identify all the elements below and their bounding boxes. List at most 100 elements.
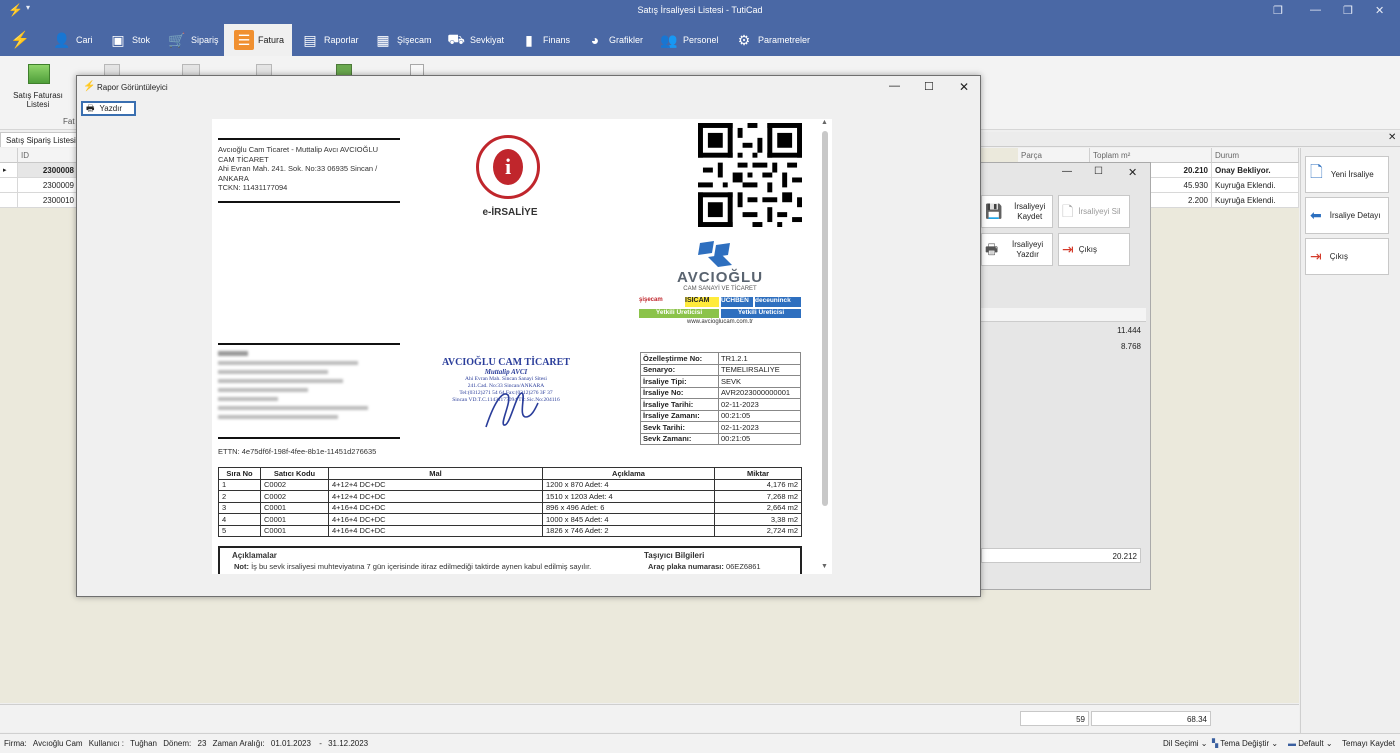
info-value: 02-11-2023 bbox=[718, 398, 801, 411]
close-icon[interactable]: ✕ bbox=[1128, 166, 1137, 179]
bar-chart-icon: ▮ bbox=[525, 31, 533, 48]
note-body: İş bu sevk irsaliyesi muhteviyatına 7 gü… bbox=[251, 562, 592, 571]
language-select[interactable]: Dil Seçimi ⌄ bbox=[1163, 739, 1208, 748]
close-tab-icon[interactable]: ✕ bbox=[1388, 132, 1396, 143]
minimize-icon[interactable]: — bbox=[1310, 4, 1321, 16]
scroll-up-icon[interactable]: ▲ bbox=[821, 119, 828, 126]
menu-item-grafikler[interactable]: ◕ Grafikler bbox=[585, 24, 643, 56]
save-theme-button[interactable]: Temayı Kaydet bbox=[1342, 739, 1395, 748]
menu-label: Fatura bbox=[258, 35, 285, 45]
menu-label: Cari bbox=[76, 35, 93, 45]
item-cell: C0001 bbox=[260, 501, 329, 514]
ettn: ETTN: 4e75df6f-198f-4fee-8b1e-11451d2766… bbox=[218, 447, 377, 456]
column-header-id[interactable]: ID bbox=[18, 148, 78, 163]
sales-invoice-list-button[interactable]: Satış Faturası Listesi bbox=[6, 91, 70, 109]
menu-item-personel[interactable]: 👥 Personel bbox=[659, 24, 718, 56]
column-header-durum[interactable]: Durum bbox=[1212, 148, 1299, 163]
maximize-icon[interactable]: ☐ bbox=[924, 80, 934, 93]
item-cell: 7,268 m2 bbox=[714, 490, 802, 503]
menu-item-stok[interactable]: ▣ Stok bbox=[108, 24, 150, 56]
vertical-scrollbar[interactable]: ▲ ▼ bbox=[820, 119, 830, 574]
column-header-parca[interactable]: Parça bbox=[1018, 148, 1090, 163]
plate-value: 06EZ6861 bbox=[725, 562, 761, 571]
notes-text: Not: İş bu sevk irsaliyesi muhteviyatına… bbox=[234, 562, 591, 571]
save-waybill-button[interactable]: 💾 İrsaliyeyi Kaydet bbox=[981, 195, 1053, 228]
table-cell-durum[interactable]: Kuyruğa Eklendi. bbox=[1212, 178, 1299, 193]
table-cell-durum[interactable]: Onay Bekliyor. bbox=[1212, 163, 1299, 178]
items-table: Sıra No Satıcı Kodu Mal Açıklama Miktar … bbox=[218, 467, 802, 537]
dialog-title: Rapor Görüntüleyici bbox=[97, 83, 168, 92]
exit-icon: ⇥ bbox=[1062, 241, 1074, 258]
status-kullanici: Tuğhan bbox=[130, 739, 158, 748]
qr-code bbox=[698, 123, 802, 227]
menu-item-fatura[interactable]: ☰ Fatura bbox=[224, 24, 292, 56]
footer-parca-total: 59 bbox=[1020, 711, 1089, 726]
menu-label: Raporlar bbox=[324, 35, 359, 45]
menu-item-siparis[interactable]: 🛒 Sipariş bbox=[167, 24, 218, 56]
button-label: Yeni İrsaliye bbox=[1330, 170, 1374, 179]
sender-line: CAM TİCARET bbox=[218, 154, 269, 164]
menu-item-finans[interactable]: ▮ Finans bbox=[519, 24, 570, 56]
maximize-icon[interactable]: ❐ bbox=[1343, 4, 1353, 17]
item-cell: C0002 bbox=[260, 490, 329, 503]
sender-line: ANKARA bbox=[218, 173, 249, 183]
info-value: 02-11-2023 bbox=[718, 421, 801, 434]
info-key: İrsaliye Zamanı: bbox=[640, 409, 719, 422]
menu-item-sevkiyat[interactable]: ⛟ Sevkiyat bbox=[446, 24, 504, 56]
menu-label: Şişecam bbox=[397, 35, 432, 45]
report-page: Avcıoğlu Cam Ticaret - Muttalip Avcı AVC… bbox=[212, 119, 832, 574]
item-cell: 4+16+4 DC+DC bbox=[328, 524, 543, 537]
close-icon[interactable]: ✕ bbox=[1375, 4, 1384, 17]
maximize-icon[interactable]: ☐ bbox=[1094, 166, 1103, 177]
printer-icon: 🖶 bbox=[985, 241, 999, 258]
menu-item-parametreler[interactable]: ⚙ Parametreler bbox=[734, 24, 810, 56]
menu-label: Stok bbox=[132, 35, 151, 45]
delete-waybill-button[interactable]: 🗋 İrsaliyeyi Sil bbox=[1058, 195, 1130, 228]
menu-label: Finans bbox=[543, 35, 571, 45]
home-logo-icon[interactable]: ⚡ bbox=[10, 30, 30, 50]
exit-button[interactable]: ⇥ Çıkış bbox=[1305, 238, 1389, 275]
status-action-label: Default bbox=[1298, 739, 1324, 748]
menu-item-raporlar[interactable]: ▤ Raporlar bbox=[300, 24, 359, 56]
box-icon: ▣ bbox=[111, 31, 125, 48]
print-waybill-button[interactable]: 🖶 İrsaliyeyi Yazdır bbox=[981, 233, 1053, 266]
table-cell-id[interactable]: 2300008 bbox=[18, 163, 78, 178]
minimize-icon[interactable]: — bbox=[889, 80, 900, 92]
minimize-icon[interactable]: — bbox=[1062, 166, 1072, 177]
scrollbar-thumb[interactable] bbox=[822, 131, 828, 506]
note-label: Not: bbox=[234, 562, 249, 571]
window-title: Satış İrsaliyesi Listesi - TutiCad bbox=[637, 5, 763, 15]
close-icon[interactable]: ✕ bbox=[959, 80, 969, 94]
theme-change-button[interactable]: ▚ Tema Değiştir ⌄ bbox=[1212, 739, 1278, 748]
table-cell-id[interactable]: 2300010 bbox=[18, 193, 78, 208]
gear-icon: ⚙ bbox=[737, 31, 751, 48]
status-label: Kullanıcı : bbox=[88, 739, 124, 748]
waybill-detail-button[interactable]: ⬅ İrsaliye Detayı bbox=[1305, 197, 1389, 234]
print-button[interactable]: 🖶 Yazdır bbox=[81, 101, 136, 116]
status-label: Dönem: bbox=[163, 739, 192, 748]
gib-seal-logo: i bbox=[476, 135, 540, 199]
plate-label: Araç plaka numarası: bbox=[648, 562, 724, 571]
new-waybill-button[interactable]: 🗋 Yeni İrsaliye bbox=[1305, 156, 1389, 193]
item-cell: 4+16+4 DC+DC bbox=[328, 513, 543, 526]
restore-icon[interactable]: ❐ bbox=[1273, 4, 1283, 17]
exit-button[interactable]: ⇥ Çıkış bbox=[1058, 233, 1130, 266]
column-header-toplam[interactable]: Toplam m² bbox=[1090, 148, 1212, 163]
item-cell: 2,724 m2 bbox=[714, 524, 802, 537]
report-icon: ▤ bbox=[303, 31, 317, 48]
table-cell-durum[interactable]: Kuyruğa Eklendi. bbox=[1212, 193, 1299, 208]
table-row: 1 C0002 4+12+4 DC+DC 1200 x 870 Adet: 4 4,17… bbox=[218, 478, 802, 491]
table-cell-id[interactable]: 2300009 bbox=[18, 178, 78, 193]
menu-item-sisecam[interactable]: ▦ Şişecam bbox=[373, 24, 432, 56]
info-key: İrsaliye Tarihi: bbox=[640, 398, 719, 411]
truck-icon: ⛟ bbox=[447, 30, 465, 47]
row-indicator: ▸ bbox=[0, 163, 18, 178]
scroll-down-icon[interactable]: ▼ bbox=[821, 563, 828, 570]
pie-chart-icon: ◕ bbox=[590, 32, 600, 48]
table-row: 5 C0001 4+16+4 DC+DC 1826 x 746 Adet: 2 2,72… bbox=[218, 524, 802, 537]
info-key: İrsaliye No: bbox=[640, 386, 719, 399]
tab-satis-siparis-listesi[interactable]: Satış Sipariş Listesi bbox=[0, 132, 82, 147]
menu-item-cari[interactable]: 👤 Cari bbox=[52, 24, 93, 56]
default-theme-select[interactable]: ▬ Default ⌄ bbox=[1288, 739, 1333, 748]
status-action-label: Temayı Kaydet bbox=[1342, 739, 1395, 748]
